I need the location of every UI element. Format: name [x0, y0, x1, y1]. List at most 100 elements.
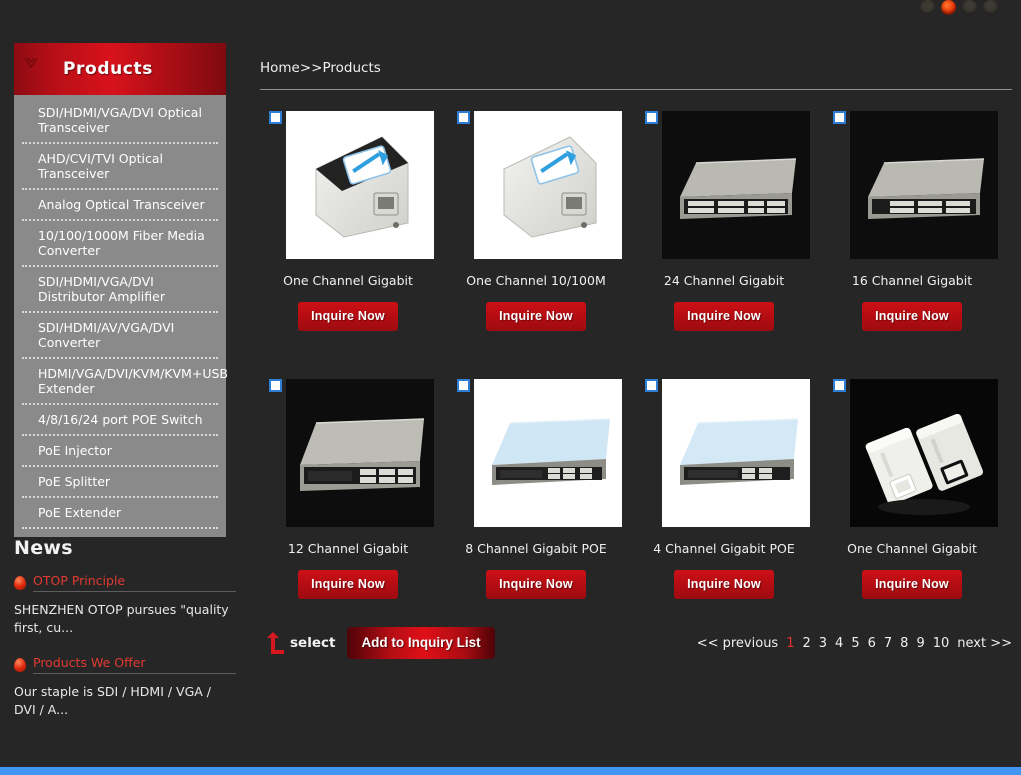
- product-card: One Channel Gigabit Inquire Now: [260, 103, 448, 331]
- sidebar: Products SDI/HDMI/VGA/DVI Optical Transc…: [14, 43, 228, 537]
- sidebar-item-sdi-hdmi-vga-dvi-optical-transceiver[interactable]: SDI/HDMI/VGA/DVI Optical Transceiver: [22, 98, 218, 144]
- pagination-page-5[interactable]: 5: [851, 636, 859, 651]
- page-root: Products SDI/HDMI/VGA/DVI Optical Transc…: [0, 0, 1021, 775]
- pagination-page-1[interactable]: 1: [786, 636, 794, 651]
- news-item-title[interactable]: OTOP Principle: [33, 573, 236, 592]
- news-item-body: Our staple is SDI / HDMI / VGA / DVI / A…: [14, 684, 212, 717]
- inquire-now-button[interactable]: Inquire Now: [674, 302, 774, 331]
- pagination-page-8[interactable]: 8: [900, 636, 908, 651]
- product-card: 24 Channel Gigabit Inquire Now: [636, 103, 824, 331]
- product-row: One Channel Gigabit Inquire Now One Chan…: [260, 103, 1012, 331]
- product-checkbox[interactable]: [833, 111, 846, 124]
- product-name: 16 Channel Gigabit: [851, 273, 973, 288]
- product-checkbox[interactable]: [457, 111, 470, 124]
- product-row: 12 Channel Gigabit Inquire Now 8 Channel…: [260, 371, 1012, 599]
- product-name: One Channel 10/100M: [466, 273, 606, 288]
- product-image[interactable]: [850, 379, 998, 527]
- sidebar-item-poe-injector[interactable]: PoE Injector: [22, 436, 218, 467]
- inquire-now-button[interactable]: Inquire Now: [298, 570, 398, 599]
- sidebar-item-fiber-media-converter[interactable]: 10/100/1000M Fiber Media Converter: [22, 221, 218, 267]
- inquire-now-button[interactable]: Inquire Now: [674, 570, 774, 599]
- news-item: Products We Offer Our staple is SDI / HD…: [14, 655, 236, 719]
- product-image[interactable]: [474, 111, 622, 259]
- pagination-next[interactable]: next >>: [957, 636, 1012, 651]
- product-image[interactable]: [286, 111, 434, 259]
- select-arrow-icon: [267, 632, 284, 654]
- indicator-dot-3[interactable]: [962, 0, 977, 15]
- breadcrumb-home-link[interactable]: Home: [260, 60, 300, 76]
- sidebar-item-distributor-amplifier[interactable]: SDI/HDMI/VGA/DVI Distributor Amplifier: [22, 267, 218, 313]
- news-item: OTOP Principle SHENZHEN OTOP pursues "qu…: [14, 573, 236, 637]
- inquire-wrap: Inquire Now: [260, 302, 436, 331]
- sidebar-item-poe-splitter[interactable]: PoE Splitter: [22, 467, 218, 498]
- news-item-title[interactable]: Products We Offer: [33, 655, 236, 674]
- breadcrumb: Home>>Products: [260, 60, 1012, 90]
- product-checkbox[interactable]: [833, 379, 846, 392]
- product-grid: One Channel Gigabit Inquire Now One Chan…: [260, 103, 1012, 599]
- product-card: 8 Channel Gigabit POE Inquire Now: [448, 371, 636, 599]
- product-image[interactable]: [474, 379, 622, 527]
- breadcrumb-separator: >>: [299, 60, 323, 76]
- product-image[interactable]: [662, 379, 810, 527]
- sidebar-item-ahd-cvi-tvi-optical-transceiver[interactable]: AHD/CVI/TVI Optical Transceiver: [22, 144, 218, 190]
- flame-bullet-icon: [14, 657, 26, 672]
- pagination-page-2[interactable]: 2: [802, 636, 810, 651]
- product-card: 4 Channel Gigabit POE Inquire Now: [636, 371, 824, 599]
- sidebar-menu: SDI/HDMI/VGA/DVI Optical Transceiver AHD…: [14, 95, 228, 537]
- inquire-now-button[interactable]: Inquire Now: [486, 570, 586, 599]
- indicator-dot-1[interactable]: [920, 0, 935, 15]
- pagination-page-3[interactable]: 3: [819, 636, 827, 651]
- sidebar-item-converter[interactable]: SDI/HDMI/AV/VGA/DVI Converter: [22, 313, 218, 359]
- indicator-dot-4[interactable]: [983, 0, 998, 15]
- product-image[interactable]: [286, 379, 434, 527]
- sidebar-item-kvm-extender[interactable]: HDMI/VGA/DVI/KVM/KVM+USB Extender: [22, 359, 228, 405]
- product-name: 12 Channel Gigabit: [287, 541, 409, 556]
- product-card: 12 Channel Gigabit Inquire Now: [260, 371, 448, 599]
- inquire-now-button[interactable]: Inquire Now: [298, 302, 398, 331]
- product-checkbox[interactable]: [645, 111, 658, 124]
- chevron-down-icon: [24, 57, 38, 69]
- inquire-now-button[interactable]: Inquire Now: [486, 302, 586, 331]
- page-title: Products: [63, 59, 153, 79]
- pagination-page-4[interactable]: 4: [835, 636, 843, 651]
- product-checkbox[interactable]: [645, 379, 658, 392]
- add-to-inquiry-list-button[interactable]: Add to Inquiry List: [347, 627, 495, 659]
- product-checkbox[interactable]: [269, 379, 282, 392]
- pagination-page-6[interactable]: 6: [868, 636, 876, 651]
- inquire-wrap: Inquire Now: [260, 570, 436, 599]
- sidebar-item-analog-optical-transceiver[interactable]: Analog Optical Transceiver: [22, 190, 218, 221]
- product-card: One Channel Gigabit Inquire Now: [824, 371, 1012, 599]
- breadcrumb-current: Products: [322, 60, 381, 76]
- poe-switch-illustration: [474, 379, 622, 527]
- footer-controls: select Add to Inquiry List << previous 1…: [260, 627, 1012, 659]
- bottom-status-bar: [0, 767, 1021, 775]
- inquire-wrap: Inquire Now: [824, 570, 1000, 599]
- inquire-now-button[interactable]: Inquire Now: [862, 302, 962, 331]
- product-name: One Channel Gigabit: [283, 273, 413, 288]
- product-checkbox[interactable]: [457, 379, 470, 392]
- pagination-previous[interactable]: << previous: [697, 636, 779, 651]
- pagination-page-9[interactable]: 9: [916, 636, 924, 651]
- news-item-header: Products We Offer: [14, 655, 236, 674]
- sidebar-item-poe-switch[interactable]: 4/8/16/24 port POE Switch: [22, 405, 218, 436]
- poe-switch-illustration: [662, 379, 810, 527]
- inquire-wrap: Inquire Now: [448, 570, 624, 599]
- pagination: << previous 1 2 3 4 5 6 7 8 9 10 next >>: [697, 636, 1012, 651]
- flame-bullet-icon: [14, 575, 26, 590]
- poe-extender-pair-illustration: [850, 379, 998, 527]
- product-name: 4 Channel Gigabit POE: [653, 541, 795, 556]
- product-card: 16 Channel Gigabit Inquire Now: [824, 103, 1012, 331]
- product-name: 8 Channel Gigabit POE: [465, 541, 607, 556]
- network-switch-illustration: [662, 111, 810, 259]
- product-image[interactable]: [850, 111, 998, 259]
- news-heading: News: [14, 537, 73, 559]
- product-image[interactable]: [662, 111, 810, 259]
- sidebar-item-poe-extender[interactable]: PoE Extender: [22, 498, 218, 529]
- inquire-now-button[interactable]: Inquire Now: [862, 570, 962, 599]
- pagination-page-7[interactable]: 7: [884, 636, 892, 651]
- news-item-header: OTOP Principle: [14, 573, 236, 592]
- indicator-dot-2-active[interactable]: [941, 0, 956, 15]
- pagination-page-10[interactable]: 10: [933, 636, 950, 651]
- product-checkbox[interactable]: [269, 111, 282, 124]
- product-card: One Channel 10/100M Inquire Now: [448, 103, 636, 331]
